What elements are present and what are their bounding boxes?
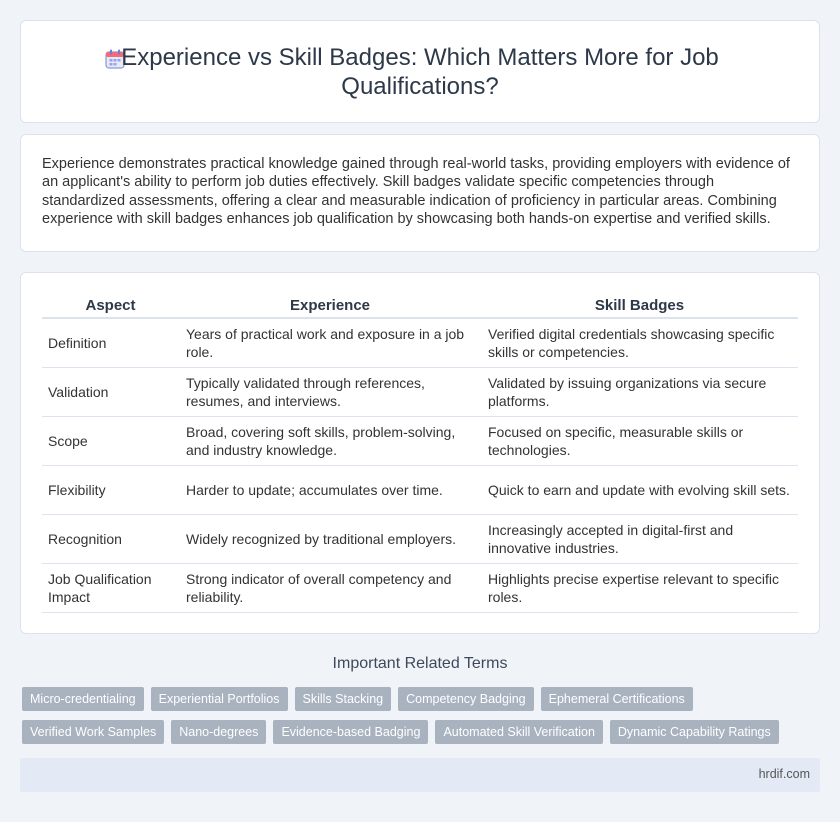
table-header-row: Aspect Experience Skill Badges [42, 295, 798, 319]
table-row: Definition Years of practical work and e… [42, 319, 798, 368]
comparison-table: Aspect Experience Skill Badges Definitio… [42, 295, 798, 613]
related-terms-list: Micro-credentialing Experiential Portfol… [22, 687, 822, 744]
row-aspect: Validation [42, 368, 179, 417]
header-skill-badges: Skill Badges [481, 295, 798, 319]
row-skill-badges: Focused on specific, measurable skills o… [481, 417, 798, 466]
footer-site-link[interactable]: hrdif.com [759, 767, 810, 781]
row-experience: Broad, covering soft skills, problem-sol… [179, 417, 481, 466]
table-row: Recognition Widely recognized by traditi… [42, 515, 798, 564]
tag-verified-work-samples[interactable]: Verified Work Samples [22, 720, 165, 744]
comparison-card: Aspect Experience Skill Badges Definitio… [20, 272, 820, 634]
table-row: Job Qualification Impact Strong indicato… [42, 564, 798, 613]
tag-experiential-portfolios[interactable]: Experiential Portfolios [150, 687, 288, 711]
tag-evidence-based-badging[interactable]: Evidence-based Badging [273, 720, 429, 744]
tag-automated-skill-verification[interactable]: Automated Skill Verification [435, 720, 603, 744]
row-aspect: Recognition [42, 515, 179, 564]
row-experience: Harder to update; accumulates over time. [179, 466, 481, 515]
table-row: Validation Typically validated through r… [42, 368, 798, 417]
table-row: Scope Broad, covering soft skills, probl… [42, 417, 798, 466]
row-experience: Typically validated through references, … [179, 368, 481, 417]
header-aspect: Aspect [42, 295, 179, 319]
row-skill-badges: Verified digital credentials showcasing … [481, 319, 798, 368]
row-aspect: Job Qualification Impact [42, 564, 179, 613]
row-aspect: Definition [42, 319, 179, 368]
tag-nano-degrees[interactable]: Nano-degrees [171, 720, 267, 744]
row-skill-badges: Increasingly accepted in digital-first a… [481, 515, 798, 564]
table-row: Flexibility Harder to update; accumulate… [42, 466, 798, 515]
tag-micro-credentialing[interactable]: Micro-credentialing [22, 687, 144, 711]
tag-ephemeral-certifications[interactable]: Ephemeral Certifications [540, 687, 693, 711]
footer: hrdif.com [20, 758, 820, 792]
row-experience: Widely recognized by traditional employe… [179, 515, 481, 564]
intro-card: Experience demonstrates practical knowle… [20, 134, 820, 252]
row-aspect: Scope [42, 417, 179, 466]
title-card: Experience vs Skill Badges: Which Matter… [20, 20, 820, 123]
row-experience: Years of practical work and exposure in … [179, 319, 481, 368]
row-skill-badges: Highlights precise expertise relevant to… [481, 564, 798, 613]
intro-paragraph: Experience demonstrates practical knowle… [42, 156, 790, 228]
page-title: Experience vs Skill Badges: Which Matter… [121, 44, 719, 100]
header-experience: Experience [179, 295, 481, 319]
row-experience: Strong indicator of overall competency a… [179, 564, 481, 613]
tag-skills-stacking[interactable]: Skills Stacking [294, 687, 392, 711]
related-terms-heading: Important Related Terms [332, 655, 508, 672]
row-skill-badges: Validated by issuing organizations via s… [481, 368, 798, 417]
tag-dynamic-capability-ratings[interactable]: Dynamic Capability Ratings [609, 720, 779, 744]
row-aspect: Flexibility [42, 466, 179, 515]
row-skill-badges: Quick to earn and update with evolving s… [481, 466, 798, 515]
tag-competency-badging[interactable]: Competency Badging [398, 687, 534, 711]
